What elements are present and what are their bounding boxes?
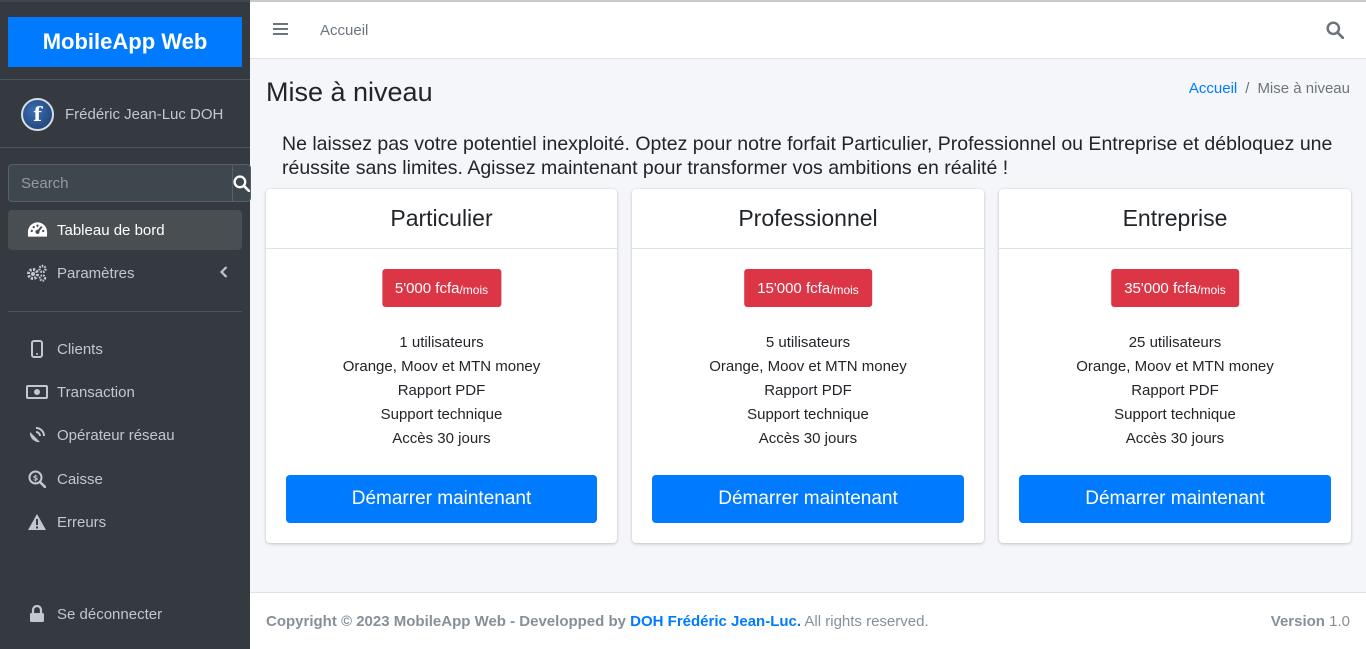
feature-item: 25 utilisateurs: [1128, 334, 1222, 351]
sidebar-item-label: Tableau de bord: [57, 221, 165, 239]
menu-toggle-icon[interactable]: [273, 22, 288, 41]
copyright-text: Copyright © 2023 MobileApp Web - Develop…: [266, 612, 626, 630]
feature-item: Support technique: [747, 406, 869, 423]
avatar[interactable]: f: [21, 97, 54, 131]
feature-item: Support technique: [1114, 406, 1236, 423]
feature-item: Accès 30 jours: [1125, 430, 1225, 447]
price-period: /mois: [459, 282, 489, 297]
search-icon[interactable]: [1326, 21, 1345, 44]
feature-item: 5 utilisateurs: [765, 334, 851, 351]
sidebar-search-input[interactable]: [8, 164, 232, 202]
sidebar-item-tableau-de-bord[interactable]: Tableau de bord: [8, 210, 242, 250]
topbar: Accueil: [250, 0, 1366, 59]
feature-list: 5 utilisateurs Orange, Moov et MTN money…: [632, 331, 984, 451]
feature-item: Rapport PDF: [397, 382, 486, 399]
sidebar-search-button[interactable]: [232, 164, 251, 202]
chevron-left-icon: [219, 265, 228, 282]
svg-text:$: $: [33, 474, 39, 483]
user-name[interactable]: Frédéric Jean-Luc DOH: [65, 106, 223, 123]
sidebar-search: [8, 164, 251, 202]
author-link[interactable]: DOH Frédéric Jean-Luc.: [630, 613, 801, 630]
sidebar-item-label: Paramètres: [57, 264, 135, 282]
sidebar-item-label: Transaction: [57, 383, 135, 401]
intro-text: Ne laissez pas votre potentiel inexploit…: [282, 133, 1333, 179]
warning-icon: [26, 511, 48, 533]
feature-item: Accès 30 jours: [392, 430, 491, 447]
price-amount: 5'000 fcfa: [394, 279, 460, 297]
feature-list: 1 utilisateurs Orange, Moov et MTN money…: [266, 331, 617, 451]
plan-name: Entreprise: [999, 189, 1351, 249]
sidebar-item-erreurs[interactable]: Erreurs: [8, 502, 242, 542]
feature-item: Orange, Moov et MTN money: [1076, 358, 1274, 375]
sidebar-item-label: Opérateur réseau: [57, 426, 175, 444]
start-now-button[interactable]: Démarrer maintenant: [652, 475, 964, 523]
plan-card-entreprise: Entreprise 35'000 fcfa/mois 25 utilisate…: [999, 189, 1351, 543]
sidebar-item-transaction[interactable]: Transaction: [8, 372, 242, 412]
price-badge: 35'000 fcfa/mois: [1111, 269, 1239, 307]
plan-card-professionnel: Professionnel 15'000 fcfa/mois 5 utilisa…: [632, 189, 984, 543]
price-badge: 5'000 fcfa/mois: [381, 269, 502, 307]
sidebar: MobileApp Web f Frédéric Jean-Luc DOH Ta…: [0, 0, 251, 649]
sidebar-item-caisse[interactable]: $ Caisse: [8, 459, 242, 499]
start-now-button[interactable]: Démarrer maintenant: [286, 475, 597, 523]
sidebar-item-label: Se déconnecter: [57, 605, 163, 623]
tachometer-icon: [26, 219, 48, 241]
user-panel[interactable]: f Frédéric Jean-Luc DOH: [21, 95, 223, 133]
feature-item: Accès 30 jours: [758, 430, 858, 447]
page-title: Mise à niveau: [266, 77, 433, 107]
plan-name: Professionnel: [632, 189, 984, 249]
sidebar-item-logout[interactable]: Se déconnecter: [8, 594, 242, 634]
money-bill-icon: [26, 381, 48, 403]
satellite-dish-icon: [26, 424, 48, 446]
sidebar-item-label: Erreurs: [57, 513, 107, 531]
search-dollar-icon: $: [26, 468, 48, 490]
version-number: 1.0: [1329, 612, 1350, 630]
brand-logo[interactable]: MobileApp Web: [8, 17, 242, 67]
breadcrumb: Accueil / Mise à niveau: [1189, 80, 1350, 97]
sidebar-item-parametres[interactable]: Paramètres: [8, 253, 242, 293]
feature-item: Orange, Moov et MTN money: [342, 358, 541, 375]
feature-item: 1 utilisateurs: [399, 334, 484, 351]
sidebar-divider: [8, 311, 242, 312]
sidebar-item-clients[interactable]: Clients: [8, 329, 242, 369]
version-label: Version: [1270, 612, 1325, 630]
rights-text: All rights reserved.: [804, 612, 929, 630]
breadcrumb-separator: /: [1245, 80, 1250, 97]
price-period: /mois: [1197, 282, 1226, 297]
feature-item: Rapport PDF: [764, 382, 852, 399]
lock-icon: [26, 603, 48, 625]
footer-copyright: Copyright © 2023 MobileApp Web - Develop…: [266, 613, 929, 630]
topbar-home-link[interactable]: Accueil: [320, 22, 368, 39]
feature-item: Support technique: [380, 406, 503, 423]
footer-version: Version 1.0: [1271, 613, 1350, 630]
plan-name: Particulier: [266, 189, 617, 249]
footer: Copyright © 2023 MobileApp Web - Develop…: [250, 592, 1366, 649]
cogs-icon: [26, 262, 48, 284]
price-period: /mois: [830, 282, 859, 297]
sidebar-divider: [0, 147, 250, 148]
plan-card-particulier: Particulier 5'000 fcfa/mois 1 utilisateu…: [266, 189, 617, 543]
sidebar-item-label: Caisse: [57, 470, 103, 488]
price-amount: 35'000 fcfa: [1124, 279, 1198, 297]
price-badge: 15'000 fcfa/mois: [744, 269, 872, 307]
sidebar-item-operateur-reseau[interactable]: Opérateur réseau: [8, 415, 242, 455]
price-amount: 15'000 fcfa: [757, 279, 831, 297]
sidebar-divider: [0, 79, 250, 80]
mobile-icon: [26, 338, 48, 360]
start-now-button[interactable]: Démarrer maintenant: [1019, 475, 1331, 523]
sidebar-item-label: Clients: [57, 340, 103, 358]
feature-item: Orange, Moov et MTN money: [709, 358, 907, 375]
breadcrumb-home-link[interactable]: Accueil: [1189, 80, 1237, 97]
search-icon: [233, 174, 250, 192]
feature-list: 25 utilisateurs Orange, Moov et MTN mone…: [999, 331, 1351, 451]
feature-item: Rapport PDF: [1131, 382, 1219, 399]
breadcrumb-current: Mise à niveau: [1257, 80, 1350, 97]
